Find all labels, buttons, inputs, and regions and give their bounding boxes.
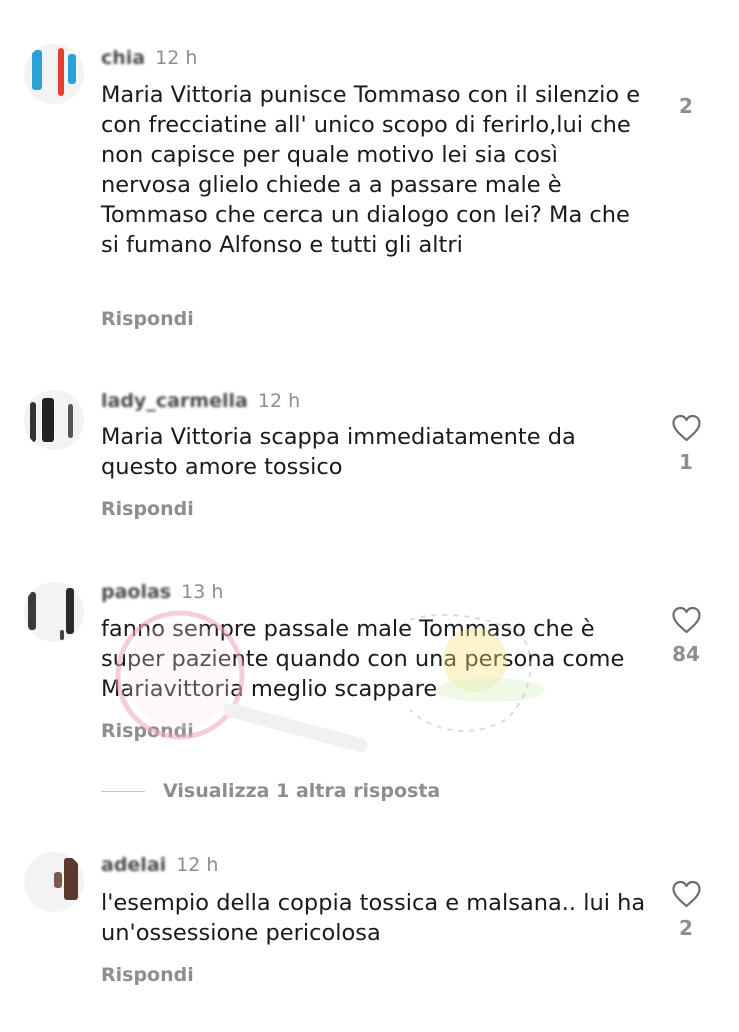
like-count: 84 bbox=[672, 642, 700, 666]
heart-icon[interactable] bbox=[671, 880, 702, 908]
view-more-replies[interactable]: Visualizza 1 altra risposta bbox=[101, 778, 440, 804]
comment-meta: adelai 12 h bbox=[101, 853, 218, 877]
comment-time: 12 h bbox=[257, 390, 301, 412]
avatar[interactable] bbox=[24, 390, 84, 450]
username-link[interactable]: lady_carmella bbox=[101, 389, 248, 413]
reply-button[interactable]: Rispondi bbox=[101, 308, 194, 330]
comment-meta: chia 12 h bbox=[101, 46, 197, 70]
reply-button[interactable]: Rispondi bbox=[101, 964, 194, 986]
reply-button[interactable]: Rispondi bbox=[101, 720, 194, 742]
reply-button[interactable]: Rispondi bbox=[101, 498, 194, 520]
username-link[interactable]: paolas bbox=[101, 580, 171, 604]
comment-time: 12 h bbox=[176, 854, 219, 876]
comment-text: l'esempio della coppia tossica e malsana… bbox=[101, 890, 646, 946]
username-link[interactable]: chia bbox=[101, 46, 145, 70]
divider-line bbox=[101, 790, 145, 792]
like-control: 2 bbox=[664, 68, 708, 118]
heart-icon[interactable] bbox=[671, 414, 702, 442]
like-control: 84 bbox=[664, 606, 708, 666]
comment-meta: paolas 13 h bbox=[101, 580, 223, 604]
avatar[interactable] bbox=[24, 852, 84, 912]
view-more-replies-label[interactable]: Visualizza 1 altra risposta bbox=[163, 780, 440, 802]
like-count: 1 bbox=[679, 450, 693, 474]
avatar[interactable] bbox=[24, 582, 84, 642]
comment-text: Maria Vittoria punisce Tommaso con il si… bbox=[101, 82, 641, 258]
comment-meta: lady_carmella 12 h bbox=[101, 389, 300, 413]
like-control: 2 bbox=[664, 880, 708, 940]
comment-time: 13 h bbox=[181, 581, 224, 603]
like-count: 2 bbox=[679, 916, 693, 940]
avatar[interactable] bbox=[24, 44, 84, 104]
comment-time: 12 h bbox=[155, 47, 198, 69]
like-control: 1 bbox=[664, 414, 708, 474]
like-count: 2 bbox=[679, 94, 693, 118]
comment-text: Maria Vittoria scappa immediatamente da … bbox=[101, 424, 576, 480]
comment-text: fanno sempre passale male Tommaso che è … bbox=[101, 616, 625, 702]
heart-icon[interactable] bbox=[671, 606, 702, 634]
username-link[interactable]: adelai bbox=[101, 853, 166, 877]
